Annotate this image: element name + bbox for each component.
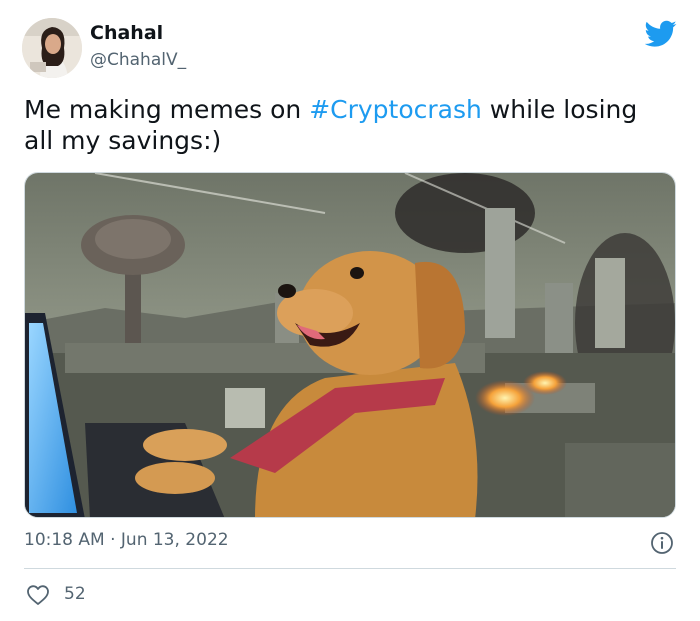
divider <box>24 568 676 569</box>
author-handle[interactable]: @ChahalV_ <box>90 50 186 70</box>
tweet-image[interactable] <box>24 172 676 518</box>
heart-icon[interactable] <box>26 584 50 606</box>
tweet-text-part: Me making memes on <box>24 95 310 124</box>
tweet-card: Chahal @ChahalV_ Me making memes on #Cry… <box>0 0 700 621</box>
twitter-bird-icon[interactable] <box>645 20 677 48</box>
hashtag-link[interactable]: #Cryptocrash <box>309 95 482 124</box>
tweet-timestamp[interactable]: 10:18 AM · Jun 13, 2022 <box>24 530 229 550</box>
like-count: 52 <box>64 584 86 604</box>
info-icon[interactable] <box>650 531 674 555</box>
author-name[interactable]: Chahal <box>90 22 163 44</box>
tweet-text: Me making memes on #Cryptocrash while lo… <box>24 94 674 156</box>
avatar[interactable] <box>22 18 82 78</box>
